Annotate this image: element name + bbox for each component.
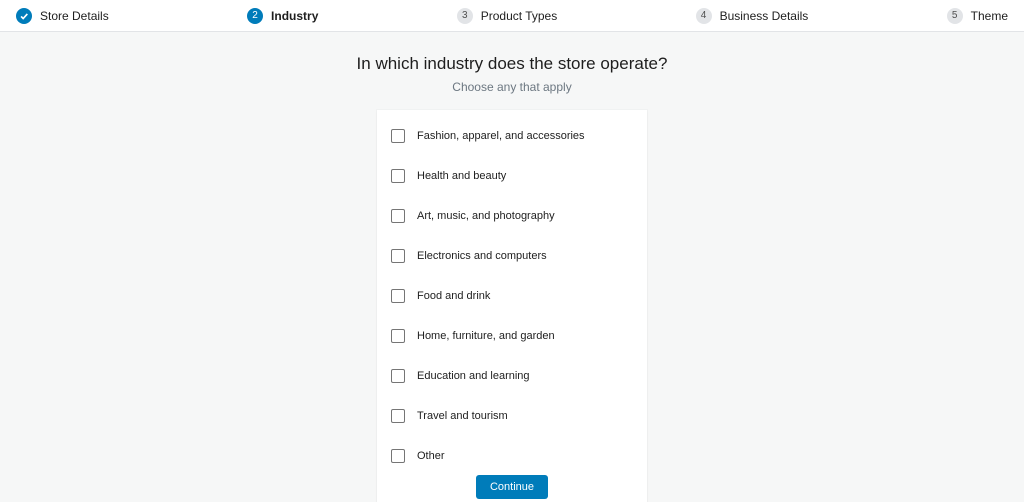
industry-card: Fashion, apparel, and accessories Health…: [377, 110, 647, 502]
continue-button[interactable]: Continue: [476, 475, 548, 499]
page-title: In which industry does the store operate…: [357, 54, 668, 74]
checkbox[interactable]: [391, 289, 405, 303]
main-content: In which industry does the store operate…: [0, 32, 1024, 502]
step-product-types[interactable]: 3 Product Types: [457, 8, 558, 24]
industry-option[interactable]: Travel and tourism: [389, 409, 635, 423]
checkbox[interactable]: [391, 209, 405, 223]
step-label: Theme: [971, 9, 1008, 23]
check-icon: [16, 8, 32, 24]
step-label: Business Details: [720, 9, 809, 23]
step-number-icon: 2: [247, 8, 263, 24]
industry-option[interactable]: Electronics and computers: [389, 249, 635, 263]
industry-label: Art, music, and photography: [417, 210, 555, 222]
page-subtitle: Choose any that apply: [452, 80, 571, 94]
checkbox[interactable]: [391, 129, 405, 143]
industry-label: Fashion, apparel, and accessories: [417, 130, 585, 142]
industry-label: Electronics and computers: [417, 250, 547, 262]
industry-option[interactable]: Health and beauty: [389, 169, 635, 183]
industry-option[interactable]: Home, furniture, and garden: [389, 329, 635, 343]
industry-option[interactable]: Education and learning: [389, 369, 635, 383]
step-label: Store Details: [40, 9, 109, 23]
checkbox[interactable]: [391, 329, 405, 343]
stepper: Store Details 2 Industry 3 Product Types…: [0, 0, 1024, 32]
checkbox[interactable]: [391, 409, 405, 423]
step-store-details[interactable]: Store Details: [16, 8, 109, 24]
step-number-icon: 3: [457, 8, 473, 24]
step-theme[interactable]: 5 Theme: [947, 8, 1008, 24]
industry-label: Home, furniture, and garden: [417, 330, 555, 342]
continue-wrap: Continue: [389, 475, 635, 499]
checkbox[interactable]: [391, 369, 405, 383]
step-label: Industry: [271, 9, 318, 23]
step-label: Product Types: [481, 9, 558, 23]
industry-option[interactable]: Art, music, and photography: [389, 209, 635, 223]
step-industry[interactable]: 2 Industry: [247, 8, 318, 24]
industry-label: Other: [417, 450, 445, 462]
step-business-details[interactable]: 4 Business Details: [696, 8, 809, 24]
checkbox[interactable]: [391, 449, 405, 463]
industry-option[interactable]: Other: [389, 449, 635, 463]
checkbox[interactable]: [391, 169, 405, 183]
industry-label: Education and learning: [417, 370, 530, 382]
industry-option[interactable]: Food and drink: [389, 289, 635, 303]
step-number-icon: 5: [947, 8, 963, 24]
industry-label: Food and drink: [417, 290, 490, 302]
industry-option[interactable]: Fashion, apparel, and accessories: [389, 129, 635, 143]
checkbox[interactable]: [391, 249, 405, 263]
step-number-icon: 4: [696, 8, 712, 24]
industry-label: Travel and tourism: [417, 410, 508, 422]
industry-label: Health and beauty: [417, 170, 506, 182]
